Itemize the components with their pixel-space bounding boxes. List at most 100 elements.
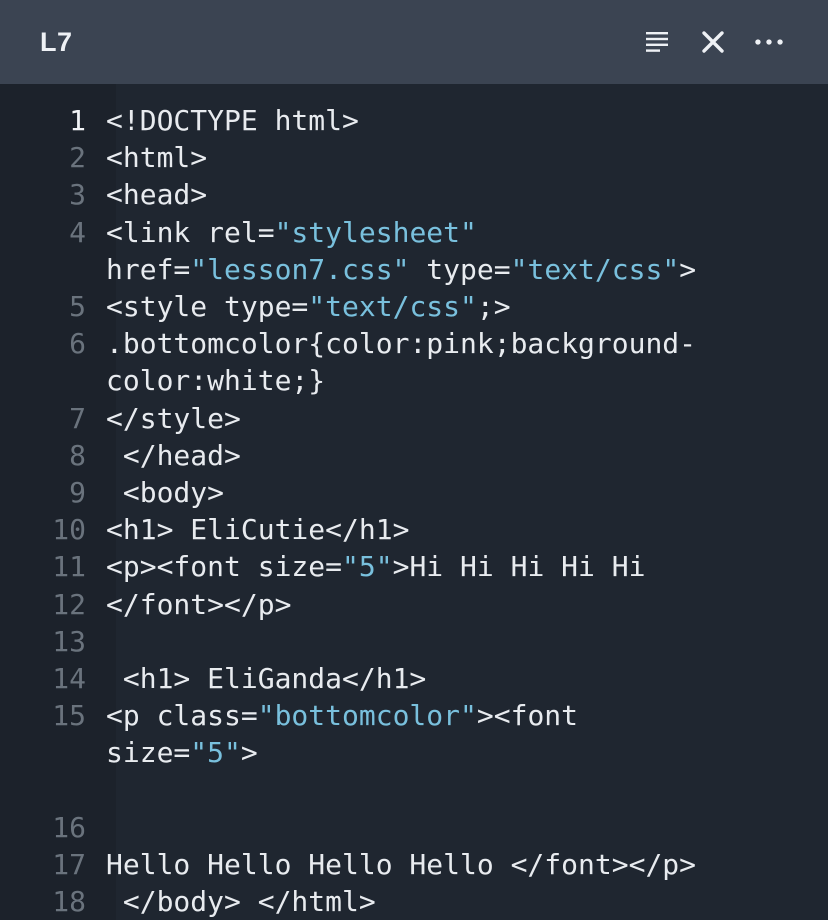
code-token: <head> — [106, 178, 208, 212]
code-line[interactable]: 3 <head> — [0, 176, 828, 213]
line-number: 12 — [52, 587, 86, 621]
code-text: ​ — [106, 809, 828, 846]
code-token: .bottomcolor{color:pink;background- — [106, 327, 697, 361]
code-token: <style type= — [106, 290, 309, 324]
code-line[interactable]: 15 <p class="bottomcolor"><font — [0, 697, 828, 734]
line-number: 16 — [52, 810, 86, 844]
code-text: size="5"> — [106, 734, 828, 771]
code-line[interactable]: 4 <link rel="stylesheet" — [0, 214, 828, 251]
code-text: <body> — [106, 474, 828, 511]
line-number: 5 — [69, 290, 86, 324]
string-token: "lesson7.css" — [190, 252, 410, 286]
code-line[interactable]: 7 </style> — [0, 400, 828, 437]
close-button[interactable] — [698, 27, 728, 57]
string-token: "text/css" — [510, 252, 680, 286]
code-line[interactable]: 14 <h1> EliGanda</h1> — [0, 660, 828, 697]
more-options-button[interactable] — [754, 27, 784, 57]
string-token: "stylesheet" — [274, 215, 477, 249]
code-token: color:white;} — [106, 364, 326, 398]
code-token: Hello Hello Hello Hello </font></p> — [106, 848, 697, 882]
code-text: <head> — [106, 176, 828, 213]
file-title: L7 — [40, 27, 73, 57]
code-line[interactable]: 2 <html> — [0, 139, 828, 176]
code-line[interactable]: 17 Hello Hello Hello Hello </font></p> — [0, 846, 828, 883]
code-token: </head> — [106, 438, 241, 472]
code-lines: 1 <!DOCTYPE html> 2 <html> 3 <head> 4 <link rel… — [0, 102, 828, 920]
header-actions — [642, 0, 784, 84]
line-number: 9 — [69, 476, 86, 510]
code-token: href= — [106, 252, 191, 286]
code-token: </style> — [106, 401, 241, 435]
code-line[interactable]: 12 </font></p> — [0, 586, 828, 623]
string-token: "5" — [190, 736, 241, 770]
code-editor[interactable]: 1 <!DOCTYPE html> 2 <html> 3 <head> 4 <link rel… — [0, 84, 828, 920]
code-line[interactable]: 5 <style type="text/css";> — [0, 288, 828, 325]
code-token: type= — [409, 252, 511, 286]
code-text: <p><font size="5">Hi Hi Hi Hi Hi — [106, 548, 828, 585]
code-line[interactable]: 16 ​ — [0, 809, 828, 846]
code-text: </body> </html> — [106, 883, 828, 920]
code-text: href="lesson7.css" type="text/css"> — [106, 251, 828, 288]
code-token: <p><font size= — [106, 550, 343, 584]
more-dots-icon — [755, 39, 783, 45]
code-token: > — [679, 252, 697, 286]
code-text: <p class="bottomcolor"><font — [106, 697, 828, 734]
line-number: 14 — [52, 662, 86, 696]
code-token: <html> — [106, 141, 208, 175]
code-token: <!DOCTYPE html> — [106, 104, 359, 137]
code-text: Hello Hello Hello Hello </font></p> — [106, 846, 828, 883]
code-text: <!DOCTYPE html> — [106, 102, 828, 139]
code-text: </head> — [106, 437, 828, 474]
code-text: <link rel="stylesheet" — [106, 214, 828, 251]
line-number: 18 — [52, 885, 86, 919]
code-line[interactable]: 9 <body> — [0, 474, 828, 511]
code-line[interactable]: 1 <!DOCTYPE html> — [0, 102, 828, 139]
code-text: ​ — [106, 623, 828, 660]
line-number: 3 — [69, 178, 86, 212]
line-number: 2 — [69, 141, 86, 175]
code-token: <h1> EliCutie</h1> — [106, 513, 410, 547]
code-text: <h1> EliCutie</h1> — [106, 511, 828, 548]
code-token: ;> — [476, 290, 511, 324]
code-text: .bottomcolor{color:pink;background- — [106, 325, 828, 362]
code-line[interactable]: 10 <h1> EliCutie</h1> — [0, 511, 828, 548]
line-number: 8 — [69, 438, 86, 472]
code-line[interactable]: size="5"> — [0, 734, 828, 771]
code-text: color:white;} — [106, 362, 828, 399]
code-line[interactable]: color:white;} — [0, 362, 828, 399]
string-token: "5" — [342, 550, 393, 584]
code-token: ><font — [476, 699, 579, 733]
code-token: <body> — [106, 476, 225, 510]
code-text: ​ — [106, 772, 828, 809]
line-number — [0, 251, 106, 288]
top-bar: L7 — [0, 0, 828, 84]
close-icon — [702, 31, 724, 53]
string-token: "bottomcolor" — [257, 699, 477, 733]
code-token: <link rel= — [106, 215, 275, 249]
code-text: <html> — [106, 139, 828, 176]
format-lines-button[interactable] — [642, 27, 672, 57]
line-number: 13 — [52, 624, 86, 658]
code-text: </font></p> — [106, 586, 828, 623]
code-line[interactable]: ​ — [0, 772, 828, 809]
line-number: 17 — [52, 848, 86, 882]
code-text: <h1> EliGanda</h1> — [106, 660, 828, 697]
format-lines-icon — [646, 32, 668, 52]
line-number: 4 — [69, 215, 86, 249]
code-token: </font></p> — [106, 587, 292, 621]
code-line[interactable]: href="lesson7.css" type="text/css"> — [0, 251, 828, 288]
line-number — [0, 362, 106, 399]
code-line[interactable]: 18 </body> </html> — [0, 883, 828, 920]
code-token: size= — [106, 736, 191, 770]
code-line[interactable]: 11 <p><font size="5">Hi Hi Hi Hi Hi — [0, 548, 828, 585]
code-line[interactable]: 13 ​ — [0, 623, 828, 660]
line-number: 15 — [52, 699, 86, 733]
code-line[interactable]: 8 </head> — [0, 437, 828, 474]
code-token: >Hi Hi Hi Hi Hi — [392, 550, 646, 584]
line-number: 1 — [69, 104, 86, 137]
code-line[interactable]: 6 .bottomcolor{color:pink;background- — [0, 325, 828, 362]
code-text: <style type="text/css";> — [106, 288, 828, 325]
code-token: <p class= — [106, 699, 258, 733]
line-number: 7 — [69, 401, 86, 435]
code-text: </style> — [106, 400, 828, 437]
